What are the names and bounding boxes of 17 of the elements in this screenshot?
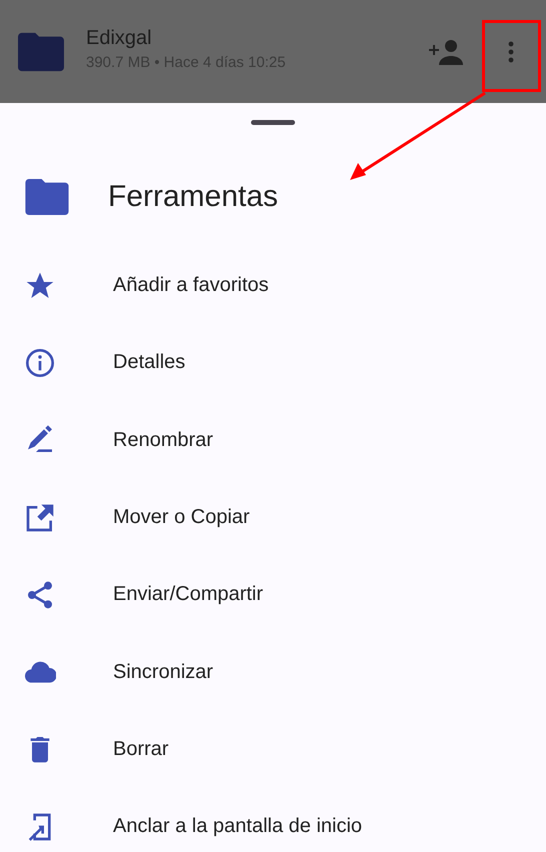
menu-item[interactable]: Detalles xyxy=(0,324,546,402)
highlight-frame xyxy=(482,20,541,92)
folder-icon xyxy=(24,179,70,215)
sheet-title: Ferramentas xyxy=(108,180,278,214)
external-link-icon xyxy=(24,502,56,534)
menu-item[interactable]: Sincronizar xyxy=(0,633,546,711)
folder-icon xyxy=(18,32,64,72)
menu-item[interactable]: Mover o Copiar xyxy=(0,478,546,556)
drag-handle[interactable] xyxy=(251,120,295,125)
add-person-icon[interactable] xyxy=(429,38,463,64)
menu-item[interactable]: Enviar/Compartir xyxy=(0,556,546,634)
menu-item[interactable]: Renombrar xyxy=(0,402,546,479)
info-icon xyxy=(24,346,56,379)
menu-item[interactable]: Añadir a favoritos xyxy=(0,247,546,324)
menu-item[interactable]: Borrar xyxy=(0,710,546,788)
menu-item[interactable]: Anclar a la pantalla de inicio xyxy=(0,788,546,852)
file-name: Edixgal xyxy=(86,26,153,50)
